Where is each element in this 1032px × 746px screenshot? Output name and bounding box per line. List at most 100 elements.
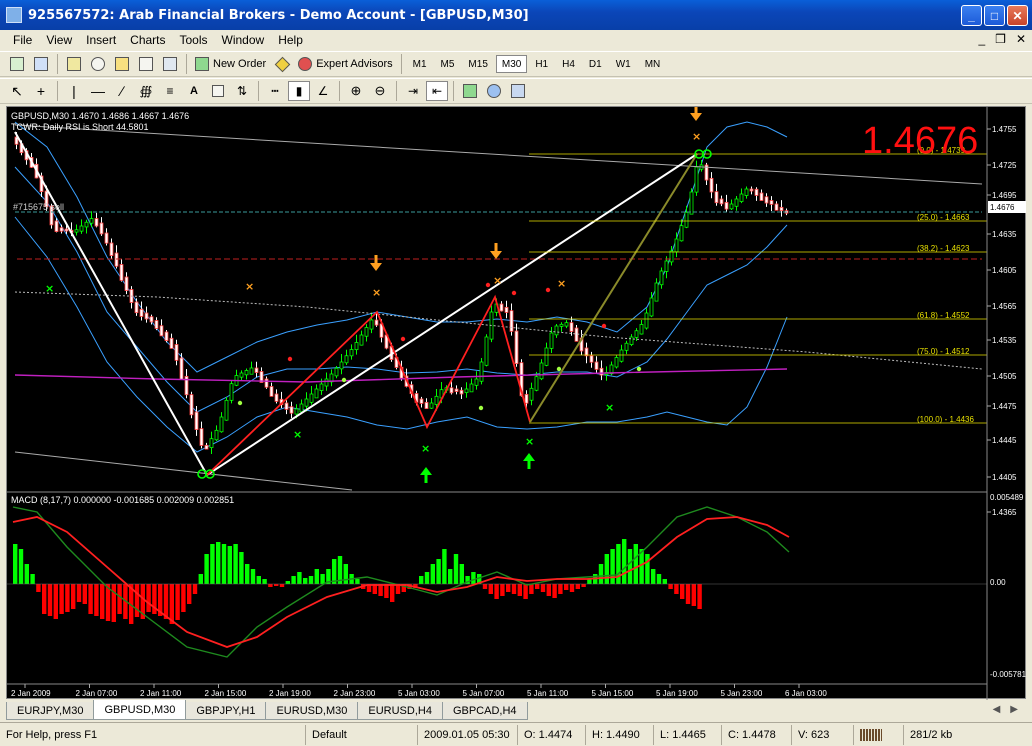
buy-signal-x-icon: × bbox=[293, 428, 302, 441]
vertical-line-icon[interactable]: | bbox=[63, 81, 85, 101]
profiles-icon[interactable] bbox=[30, 54, 52, 74]
menu-tools[interactable]: Tools bbox=[173, 33, 215, 47]
tab-gbpusd-m30[interactable]: GBPUSD,M30 bbox=[93, 700, 187, 720]
sell-signal-x-icon: × bbox=[557, 277, 566, 290]
menu-window[interactable]: Window bbox=[215, 33, 272, 47]
candle-body bbox=[499, 303, 504, 312]
menu-insert[interactable]: Insert bbox=[79, 33, 123, 47]
equidistant-channel-icon[interactable]: ∰ bbox=[135, 81, 157, 101]
maximize-button[interactable]: □ bbox=[984, 5, 1005, 26]
title-bar: 925567572: Arab Financial Brokers - Demo… bbox=[0, 0, 1032, 30]
menu-view[interactable]: View bbox=[39, 33, 79, 47]
new-order-button[interactable]: New Order bbox=[192, 54, 269, 74]
macd-histogram-bar bbox=[482, 584, 488, 589]
status-help: For Help, press F1 bbox=[0, 724, 306, 745]
macd-histogram-bar bbox=[651, 569, 656, 584]
timeframe-mn[interactable]: MN bbox=[639, 55, 667, 73]
terminal-icon[interactable] bbox=[135, 54, 157, 74]
candlesticks-icon[interactable]: ▮ bbox=[288, 81, 310, 101]
status-datetime: 2009.01.05 05:30 bbox=[418, 724, 518, 745]
tabs-scroll-left-icon[interactable]: ◀ bbox=[993, 704, 1001, 715]
price-chart[interactable]: (0.0) - 1.4739(25.0) - 1.4663(38.2) - 1.… bbox=[7, 107, 1027, 700]
candle-body bbox=[619, 349, 624, 362]
text-label-icon[interactable] bbox=[207, 81, 229, 101]
candle-body bbox=[159, 325, 164, 337]
timeframe-m30[interactable]: M30 bbox=[495, 55, 528, 73]
sell-arrow-icon bbox=[690, 113, 702, 121]
text-icon[interactable]: A bbox=[183, 81, 205, 101]
tab-gbpjpy-h1[interactable]: GBPJPY,H1 bbox=[185, 702, 267, 720]
zoom-in-icon[interactable]: ⊕ bbox=[345, 81, 367, 101]
templates-icon[interactable] bbox=[507, 81, 529, 101]
fibonacci-icon[interactable]: ≡ bbox=[159, 81, 181, 101]
new-chart-icon[interactable] bbox=[6, 54, 28, 74]
candle-body bbox=[734, 198, 739, 207]
timeframe-h4[interactable]: H4 bbox=[556, 55, 581, 73]
expert-advisors-button[interactable]: Expert Advisors bbox=[295, 54, 395, 74]
line-chart-icon[interactable]: ∠ bbox=[312, 81, 334, 101]
candle-body bbox=[549, 332, 554, 349]
tabs-scroll-right-icon[interactable]: ▶ bbox=[1010, 704, 1018, 715]
chart-shift-icon[interactable]: ⇤ bbox=[426, 81, 448, 101]
macd-histogram-bar bbox=[511, 584, 517, 594]
horizontal-line-icon[interactable]: — bbox=[87, 81, 109, 101]
macd-histogram-bar bbox=[134, 584, 140, 617]
candle-body bbox=[169, 337, 174, 349]
timeframe-m5[interactable]: M5 bbox=[435, 55, 461, 73]
timeframe-m15[interactable]: M15 bbox=[462, 55, 493, 73]
close-button[interactable]: ✕ bbox=[1007, 5, 1028, 26]
minimize-button[interactable]: _ bbox=[961, 5, 982, 26]
macd-histogram-bar bbox=[204, 554, 209, 584]
zoom-out-icon[interactable]: ⊖ bbox=[369, 81, 391, 101]
timeframe-d1[interactable]: D1 bbox=[583, 55, 608, 73]
tab-eurjpy-m30[interactable]: EURJPY,M30 bbox=[6, 702, 95, 720]
macd-histogram-bar bbox=[181, 584, 186, 612]
candle-body bbox=[599, 367, 604, 376]
data-window-icon[interactable] bbox=[87, 54, 109, 74]
candle-body bbox=[119, 264, 124, 281]
timeframe-h1[interactable]: H1 bbox=[529, 55, 554, 73]
tab-gbpcad-h4[interactable]: GBPCAD,H4 bbox=[441, 702, 528, 720]
macd-histogram-bar bbox=[488, 584, 493, 594]
periods-clock-icon[interactable] bbox=[483, 81, 505, 101]
current-price-label: 1.4676 bbox=[990, 203, 1015, 212]
mdi-close-button[interactable]: ✕ bbox=[1016, 32, 1026, 46]
tab-eurusd-m30[interactable]: EURUSD,M30 bbox=[265, 702, 359, 720]
trendline-icon[interactable]: ∕ bbox=[111, 81, 133, 101]
time-tick-label: 5 Jan 11:00 bbox=[527, 689, 569, 698]
candle-body bbox=[74, 229, 79, 233]
order-label: #715675 sell bbox=[13, 202, 64, 212]
menu-help[interactable]: Help bbox=[271, 33, 310, 47]
price-tick-label: 1.4365 bbox=[992, 508, 1017, 517]
auto-scroll-icon[interactable]: ⇥ bbox=[402, 81, 424, 101]
candle-body bbox=[774, 203, 779, 211]
macd-histogram-bar bbox=[245, 564, 250, 584]
mdi-restore-button[interactable]: ❒ bbox=[995, 32, 1006, 46]
macd-histogram-bar bbox=[523, 584, 528, 599]
macd-histogram-bar bbox=[558, 584, 563, 594]
candle-body bbox=[209, 438, 214, 448]
navigator-icon[interactable] bbox=[111, 54, 133, 74]
crosshair-icon[interactable]: + bbox=[30, 81, 52, 101]
candle-body bbox=[419, 398, 424, 404]
tab-eurusd-h4[interactable]: EURUSD,H4 bbox=[357, 702, 443, 720]
timeframe-w1[interactable]: W1 bbox=[610, 55, 637, 73]
timeframe-m1[interactable]: M1 bbox=[407, 55, 433, 73]
menu-file[interactable]: File bbox=[6, 33, 39, 47]
macd-histogram-bar bbox=[691, 584, 696, 606]
arrows-icon[interactable]: ⇅ bbox=[231, 81, 253, 101]
menu-charts[interactable]: Charts bbox=[123, 33, 172, 47]
bar-chart-icon[interactable]: ┅ bbox=[264, 81, 286, 101]
macd-histogram-bar bbox=[227, 546, 232, 584]
candle-body bbox=[114, 252, 119, 267]
meta-editor-icon[interactable] bbox=[271, 54, 293, 74]
time-tick-label: 2 Jan 19:00 bbox=[269, 689, 311, 698]
market-watch-icon[interactable] bbox=[63, 54, 85, 74]
chart-window[interactable]: (0.0) - 1.4739 (25.0) - 1.4663 (38.2) - 1.… bbox=[6, 106, 1027, 700]
mdi-minimize-button[interactable]: _ bbox=[978, 32, 985, 46]
macd-histogram-bar bbox=[656, 574, 662, 584]
indicators-icon[interactable] bbox=[459, 81, 481, 101]
candle-body bbox=[284, 402, 289, 410]
cursor-icon[interactable]: ↖ bbox=[6, 81, 28, 101]
strategy-tester-icon[interactable] bbox=[159, 54, 181, 74]
